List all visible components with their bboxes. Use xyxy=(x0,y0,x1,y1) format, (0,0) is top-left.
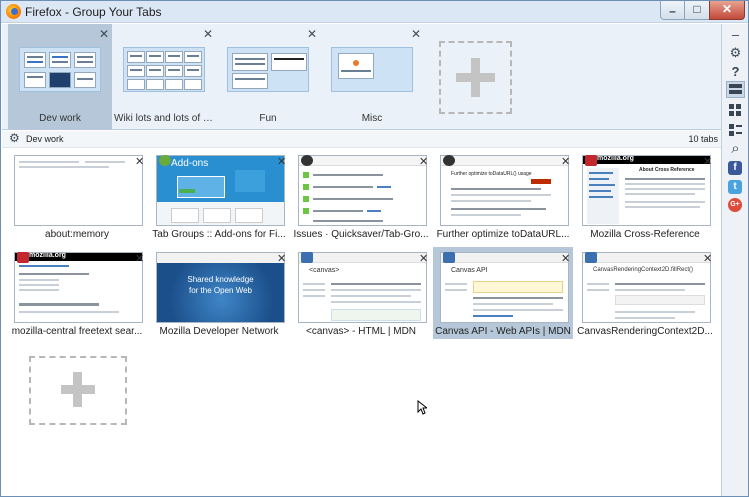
maximize-button[interactable]: □ xyxy=(684,1,710,20)
tab-thumbnail: Add-ons xyxy=(156,155,285,226)
side-toolbar: – ⚙ ? ⌕ f t G+ xyxy=(721,24,748,496)
view-tiles-button[interactable] xyxy=(726,102,745,119)
tab-thumbnail: CanvasRenderingContext2D.fillRect() xyxy=(582,252,711,323)
tab-tile[interactable]: ✕ about:memory xyxy=(7,150,147,242)
close-tab-icon[interactable]: ✕ xyxy=(277,252,286,265)
group-dev-work[interactable]: ✕ Dev work xyxy=(8,24,112,130)
close-tab-icon[interactable]: ✕ xyxy=(277,155,286,168)
tab-title: about:memory xyxy=(45,229,109,240)
mdn-icon xyxy=(443,252,455,263)
tab-tile[interactable]: ✕ Issues · Quicksaver/Tab-Gro... xyxy=(291,150,431,242)
tab-title: Mozilla Cross-Reference xyxy=(590,229,700,240)
close-group-icon[interactable]: ✕ xyxy=(307,27,317,41)
minimize-panel-button[interactable]: – xyxy=(726,26,745,43)
close-tab-icon[interactable]: ✕ xyxy=(135,252,144,265)
group-thumbnail xyxy=(227,47,309,92)
tab-thumbnail xyxy=(14,155,143,226)
tab-title: Canvas API - Web APIs | MDN xyxy=(435,326,571,337)
list-view-icon xyxy=(729,124,734,129)
group-settings-gear-icon[interactable]: ⚙ xyxy=(9,131,20,145)
github-octocat-icon xyxy=(443,155,455,166)
firefox-logo-icon xyxy=(6,4,21,19)
tab-tile-selected[interactable]: Canvas API ✕ Canvas API - Web APIs | MDN xyxy=(433,247,573,339)
tab-thumbnail: Shared knowledge for the Open Web xyxy=(156,252,285,323)
maximize-icon: □ xyxy=(693,2,701,16)
app-window: Firefox - Group Your Tabs – □ ✕ ✕ Dev wo… xyxy=(0,0,749,497)
tab-tile[interactable]: Shared knowledge for the Open Web ✕ Mozi… xyxy=(149,247,289,339)
tab-thumbnail: <canvas> xyxy=(298,252,427,323)
close-group-icon[interactable]: ✕ xyxy=(203,27,213,41)
group-label: Wiki lots and lots of art... xyxy=(114,113,214,124)
new-group-button[interactable] xyxy=(439,41,512,114)
tab-thumbnail xyxy=(298,155,427,226)
tab-title: <canvas> - HTML | MDN xyxy=(305,326,417,337)
tab-tile[interactable]: Add-ons ✕ Tab Groups :: Add-ons for Fi..… xyxy=(149,150,289,242)
title-bar: Firefox - Group Your Tabs – □ ✕ xyxy=(1,1,748,23)
minimize-button[interactable]: – xyxy=(660,1,685,20)
help-icon[interactable]: ? xyxy=(726,63,745,80)
tab-title: CanvasRenderingContext2D... xyxy=(577,326,713,337)
group-fun[interactable]: ✕ Fun xyxy=(216,24,320,130)
google-plus-icon[interactable]: G+ xyxy=(728,198,742,212)
twitter-icon[interactable]: t xyxy=(728,180,742,194)
close-group-icon[interactable]: ✕ xyxy=(411,27,421,41)
tab-title: Further optimize toDataURL... xyxy=(436,229,570,240)
group-label: Fun xyxy=(259,113,277,124)
tab-thumbnail: mozilla.org About Cross Reference xyxy=(582,155,711,226)
close-tab-icon[interactable]: ✕ xyxy=(703,155,712,168)
mdn-icon xyxy=(585,252,597,263)
group-thumbnail xyxy=(123,47,205,92)
tab-count: 10 tabs xyxy=(688,134,718,144)
group-label: Dev work xyxy=(39,113,81,124)
close-tab-icon[interactable]: ✕ xyxy=(703,252,712,265)
facebook-icon[interactable]: f xyxy=(728,161,742,175)
tab-tile[interactable]: CanvasRenderingContext2D.fillRect() ✕ Ca… xyxy=(575,247,715,339)
tab-tile[interactable]: mozilla.org About Cross Reference ✕ Mozi… xyxy=(575,150,715,242)
group-strip: ✕ Dev work ✕ Wiki lots and lots of art..… xyxy=(2,24,721,130)
close-tab-icon[interactable]: ✕ xyxy=(561,155,570,168)
puzzle-piece-icon xyxy=(159,155,171,166)
tab-tile[interactable]: mozilla.org ✕ mozilla-central freetext s… xyxy=(7,247,147,339)
group-thumbnail xyxy=(19,47,101,92)
close-tab-icon[interactable]: ✕ xyxy=(561,252,570,265)
group-wiki[interactable]: ✕ Wiki lots and lots of art... xyxy=(112,24,216,130)
tiles-view-icon xyxy=(729,104,734,109)
tab-tile[interactable]: <canvas> ✕ <canvas> - HTML | MDN xyxy=(291,247,431,339)
new-tab-button[interactable] xyxy=(29,356,127,425)
github-octocat-icon xyxy=(301,155,313,166)
tab-title: Mozilla Developer Network xyxy=(159,326,279,337)
tab-title: mozilla-central freetext sear... xyxy=(11,326,143,337)
minimize-icon: – xyxy=(669,4,676,18)
close-tab-icon[interactable]: ✕ xyxy=(419,252,428,265)
settings-gear-icon[interactable]: ⚙ xyxy=(726,44,745,61)
group-misc[interactable]: ✕ Misc xyxy=(320,24,424,130)
tab-tile[interactable]: Further optimize toDataURL() usage ✕ Fur… xyxy=(433,150,573,242)
group-name[interactable]: Dev work xyxy=(26,134,64,144)
grid-view-icon xyxy=(729,84,742,88)
tab-thumbnail: Further optimize toDataURL() usage xyxy=(440,155,569,226)
group-thumbnail xyxy=(331,47,413,92)
search-icon[interactable]: ⌕ xyxy=(726,140,745,157)
close-tab-icon[interactable]: ✕ xyxy=(419,155,428,168)
group-label: Misc xyxy=(361,113,383,124)
tab-title: Tab Groups :: Add-ons for Fi... xyxy=(152,229,286,240)
view-grid-button[interactable] xyxy=(726,81,745,98)
close-tab-icon[interactable]: ✕ xyxy=(135,155,144,168)
tab-thumbnail: mozilla.org xyxy=(14,252,143,323)
group-header: ⚙ Dev work 10 tabs xyxy=(2,131,721,148)
mozilla-icon xyxy=(585,155,597,166)
tab-thumbnail: Canvas API xyxy=(440,252,569,323)
close-icon: ✕ xyxy=(721,2,733,16)
close-group-icon[interactable]: ✕ xyxy=(99,27,109,41)
tab-title: Issues · Quicksaver/Tab-Gro... xyxy=(293,229,429,240)
mdn-icon xyxy=(301,252,313,263)
window-title: Firefox - Group Your Tabs xyxy=(25,5,162,19)
view-list-button[interactable] xyxy=(726,122,745,139)
close-window-button[interactable]: ✕ xyxy=(709,1,745,20)
mozilla-icon xyxy=(17,252,29,263)
mouse-cursor-icon xyxy=(417,400,427,415)
